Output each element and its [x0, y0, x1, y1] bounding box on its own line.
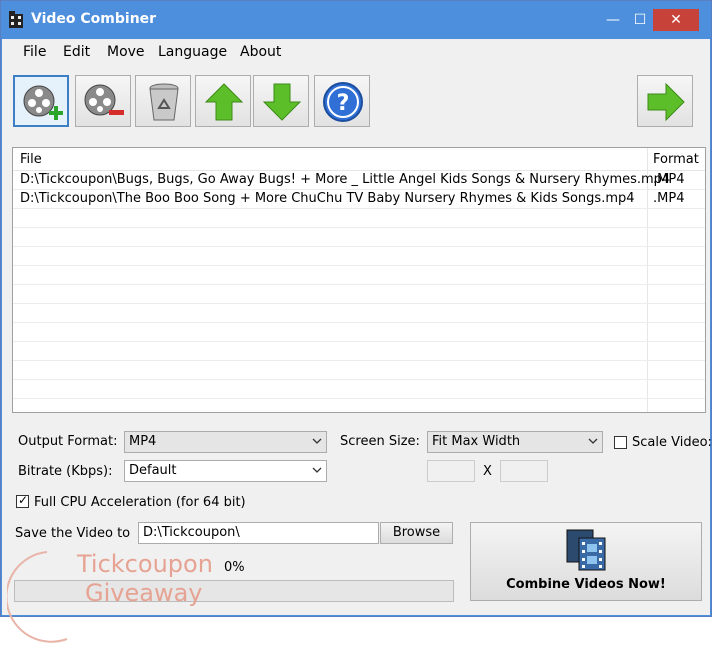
chevron-down-icon	[312, 467, 322, 473]
progress-bar	[14, 580, 454, 602]
client-area: File Edit Move Language About ? File For…	[2, 39, 712, 643]
scale-video-checkbox[interactable]	[614, 436, 627, 449]
height-input[interactable]	[500, 460, 548, 482]
bitrate-select[interactable]: Default	[124, 460, 327, 482]
close-button[interactable]: ✕	[653, 9, 699, 31]
screen-size-value: Fit Max Width	[432, 434, 521, 449]
bitrate-value: Default	[129, 463, 177, 478]
help-button[interactable]: ?	[314, 75, 370, 127]
dimension-separator: X	[483, 464, 492, 479]
empty-row	[13, 209, 705, 228]
next-button[interactable]	[637, 75, 693, 127]
chevron-down-icon	[312, 438, 322, 444]
arrow-down-icon	[262, 83, 302, 121]
film-reel-add-icon	[23, 85, 63, 120]
row-format: .MP4	[653, 172, 685, 187]
app-icon	[9, 11, 23, 28]
move-up-button[interactable]	[195, 75, 251, 127]
empty-row	[13, 228, 705, 247]
empty-row	[13, 361, 705, 380]
chevron-down-icon	[588, 438, 598, 444]
help-icon: ?	[323, 82, 363, 122]
svg-text:?: ?	[337, 91, 350, 116]
remove-video-button[interactable]	[75, 75, 131, 127]
menu-about[interactable]: About	[240, 44, 281, 60]
cpu-acceleration-label: Full CPU Acceleration (for 64 bit)	[34, 495, 246, 510]
menu-bar: File Edit Move Language About	[2, 39, 710, 65]
table-row[interactable]: D:\Tickcoupon\The Boo Boo Song + More Ch…	[13, 190, 705, 209]
empty-row	[13, 323, 705, 342]
width-input[interactable]	[427, 460, 475, 482]
file-list[interactable]: File Format D:\Tickcoupon\Bugs, Bugs, Go…	[12, 147, 706, 413]
maximize-button[interactable]: ☐	[627, 9, 653, 31]
output-format-select[interactable]: MP4	[124, 431, 327, 453]
menu-move[interactable]: Move	[107, 44, 145, 60]
column-header-format[interactable]: Format	[653, 152, 699, 167]
list-header: File Format	[13, 148, 705, 171]
column-header-file[interactable]: File	[20, 152, 42, 167]
progress-percent: 0%	[224, 560, 245, 575]
output-format-value: MP4	[129, 434, 157, 449]
add-video-button[interactable]	[13, 75, 69, 127]
screen-size-label: Screen Size:	[340, 434, 420, 449]
table-row[interactable]: D:\Tickcoupon\Bugs, Bugs, Go Away Bugs! …	[13, 171, 705, 190]
empty-row	[13, 304, 705, 323]
window-title: Video Combiner	[31, 11, 157, 27]
arrow-up-icon	[204, 83, 244, 121]
empty-row	[13, 380, 705, 399]
recycle-bin-icon	[149, 83, 179, 121]
arrow-right-icon	[647, 82, 685, 122]
save-path-value: D:\Tickcoupon\	[143, 525, 240, 540]
empty-row	[13, 285, 705, 304]
watermark-line1: Tickcoupon	[76, 550, 213, 578]
empty-row	[13, 266, 705, 285]
row-file-path: D:\Tickcoupon\The Boo Boo Song + More Ch…	[20, 191, 635, 206]
move-down-button[interactable]	[253, 75, 309, 127]
output-format-label: Output Format:	[18, 434, 118, 449]
row-format: .MP4	[653, 191, 685, 206]
menu-file[interactable]: File	[23, 44, 46, 60]
combine-videos-button[interactable]: Combine Videos Now!	[470, 522, 702, 601]
row-file-path: D:\Tickcoupon\Bugs, Bugs, Go Away Bugs! …	[20, 172, 671, 187]
film-reel-remove-icon	[84, 84, 124, 116]
save-path-input[interactable]: D:\Tickcoupon\	[138, 522, 379, 544]
screen-size-select[interactable]: Fit Max Width	[427, 431, 603, 453]
main-window: Video Combiner — ☐ ✕ File Edit Move Lang…	[0, 0, 712, 643]
cpu-acceleration-checkbox[interactable]: ✓	[16, 493, 29, 508]
check-icon: ✓	[18, 493, 29, 507]
browse-button[interactable]: Browse	[380, 522, 453, 544]
title-bar[interactable]: Video Combiner — ☐ ✕	[1, 1, 711, 39]
empty-row	[13, 342, 705, 361]
clear-list-button[interactable]	[135, 75, 191, 127]
combine-button-label: Combine Videos Now!	[506, 577, 666, 592]
minimize-button[interactable]: —	[599, 9, 627, 31]
save-to-label: Save the Video to	[15, 526, 131, 541]
menu-language[interactable]: Language	[158, 44, 227, 60]
film-strip-icon	[566, 529, 606, 571]
empty-row	[13, 247, 705, 266]
bitrate-label: Bitrate (Kbps):	[18, 464, 113, 479]
menu-edit[interactable]: Edit	[63, 44, 90, 60]
scale-video-label: Scale Video:	[632, 435, 712, 450]
